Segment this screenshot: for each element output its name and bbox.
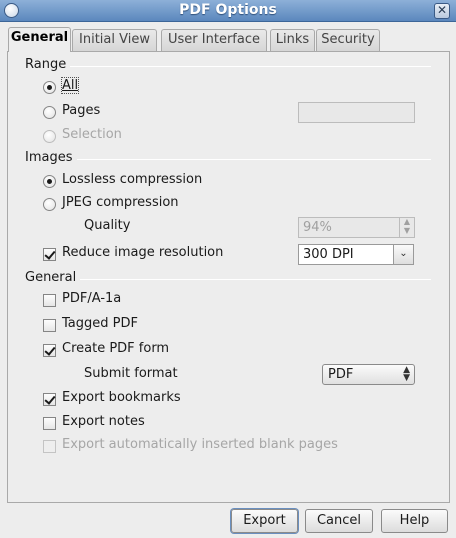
submit-format-value: PDF (328, 367, 354, 382)
blank-pages-checkbox[interactable] (43, 440, 56, 453)
updown-icon: ▲ ▼ (403, 365, 410, 383)
reduce-resolution-checkbox[interactable] (43, 248, 56, 261)
tagged-pdf-checkbox[interactable] (43, 319, 56, 332)
range-divider (70, 66, 431, 67)
general-heading: General (25, 270, 77, 285)
all-label[interactable]: All (60, 77, 80, 94)
quality-input[interactable]: 94% ▲ ▼ (298, 217, 415, 238)
bookmarks-label[interactable]: Export bookmarks (62, 390, 181, 405)
tab-links[interactable]: Links (270, 29, 315, 51)
reduce-resolution-label[interactable]: Reduce image resolution (62, 245, 223, 260)
lossless-label[interactable]: Lossless compression (62, 172, 202, 187)
chevron-down-icon[interactable]: ⌄ (393, 244, 414, 265)
export-button[interactable]: Export (231, 509, 298, 533)
jpeg-radio[interactable] (43, 198, 56, 211)
close-icon[interactable]: ✕ (434, 3, 450, 19)
create-form-label[interactable]: Create PDF form (62, 341, 169, 356)
pages-input[interactable] (298, 102, 415, 123)
submit-format-select[interactable]: PDF ▲ ▼ (322, 364, 415, 385)
selection-radio[interactable] (43, 130, 56, 143)
images-heading: Images (25, 150, 73, 165)
range-heading: Range (25, 57, 67, 72)
images-divider (77, 159, 431, 160)
cancel-button[interactable]: Cancel (305, 509, 373, 533)
window-title: PDF Options (179, 2, 277, 18)
quality-spinner[interactable]: ▲ ▼ (399, 217, 414, 238)
help-button[interactable]: Help (381, 509, 448, 533)
notes-checkbox[interactable] (43, 417, 56, 430)
blank-pages-label[interactable]: Export automatically inserted blank page… (62, 437, 338, 452)
pages-radio[interactable] (43, 106, 56, 119)
all-radio[interactable] (43, 81, 56, 94)
jpeg-label[interactable]: JPEG compression (62, 195, 179, 210)
create-form-checkbox[interactable] (43, 344, 56, 357)
resolution-combo[interactable]: 300 DPI (298, 244, 394, 265)
pages-label[interactable]: Pages (62, 103, 100, 118)
pdfa-checkbox[interactable] (43, 294, 56, 307)
tab-security[interactable]: Security (316, 29, 380, 51)
tab-user-interface[interactable]: User Interface (161, 29, 267, 51)
general-divider (80, 279, 431, 280)
tab-general[interactable]: General (8, 27, 71, 52)
lossless-radio[interactable] (43, 175, 56, 188)
bookmarks-checkbox[interactable] (43, 393, 56, 406)
notes-label[interactable]: Export notes (62, 414, 145, 429)
tagged-pdf-label[interactable]: Tagged PDF (62, 316, 138, 331)
pdfa-label[interactable]: PDF/A-1a (62, 291, 121, 306)
quality-label: Quality (84, 218, 131, 233)
quality-value: 94% (303, 220, 332, 235)
tab-initial-view[interactable]: Initial View (72, 29, 157, 51)
submit-format-label: Submit format (84, 366, 178, 381)
selection-label[interactable]: Selection (62, 127, 122, 142)
